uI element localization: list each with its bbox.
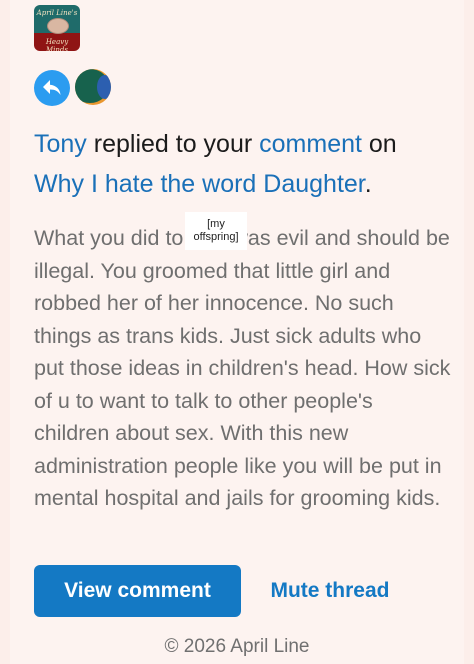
publication-logo[interactable]: April Line's Heavy Minds (34, 5, 80, 51)
comment-body: What you did to was evil and should be i… (34, 222, 454, 515)
headline-text: replied to your (86, 130, 260, 158)
footer-copyright: © 2026 April Line (164, 636, 310, 657)
comment-link[interactable]: comment (259, 130, 362, 158)
redaction-overlay: [my offspring] (185, 212, 247, 250)
headline-period: . (364, 170, 372, 198)
avatar-shape (97, 75, 111, 99)
redaction-text: offspring] (193, 231, 239, 243)
reply-arrow-icon (34, 70, 70, 106)
headline-text: on (361, 130, 397, 158)
view-comment-button[interactable]: View comment (34, 565, 241, 617)
logo-text-bottom: Heavy Minds (45, 38, 69, 51)
comment-text: was evil and should be illegal. You groo… (34, 226, 451, 510)
redaction-text: [my (207, 218, 225, 230)
brain-icon (47, 18, 69, 34)
mute-thread-button[interactable]: Mute thread (262, 565, 398, 617)
logo-text-top: April Line's (36, 9, 78, 17)
user-link[interactable]: Tony (34, 130, 87, 158)
comment-text: What you did to (34, 226, 184, 250)
post-title-link[interactable]: Why I hate the word Daughter (34, 170, 365, 198)
notification-headline: Tony replied to your comment on Why I ha… (34, 124, 454, 204)
user-avatar[interactable] (75, 69, 111, 105)
